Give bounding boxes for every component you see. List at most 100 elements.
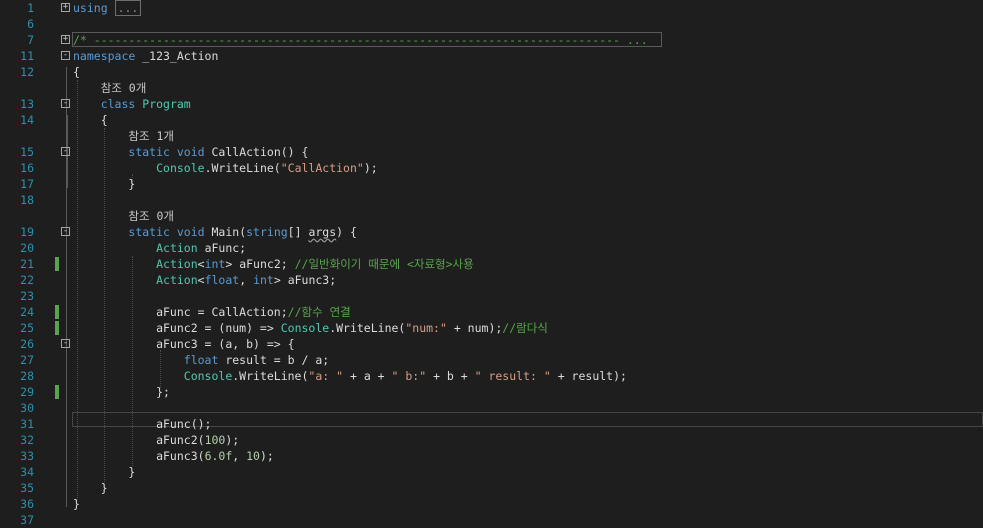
collapse-icon[interactable]: - [61, 147, 70, 156]
code-line-11[interactable]: 11 - namespace _123_Action [0, 48, 983, 64]
line-number: 25 [20, 321, 34, 335]
type-token: Action [156, 273, 198, 287]
codelens-line[interactable]: 참조 0개 [0, 208, 983, 224]
code-line-14[interactable]: 14 { [0, 112, 983, 128]
keyword-token: static [128, 145, 170, 159]
code-token: , [239, 273, 254, 287]
collapse-icon[interactable]: - [61, 339, 70, 348]
code-line-24[interactable]: 24 aFunc = CallAction;//함수 연결 [0, 304, 983, 320]
code-text: 참조 0개 [73, 80, 147, 96]
code-line-1[interactable]: 1 + using ... [0, 0, 983, 16]
type-token: Action [156, 241, 198, 255]
codelens-reference-hint[interactable]: 참조 0개 [73, 81, 147, 95]
code-text: } [73, 176, 135, 192]
code-text: { [73, 64, 80, 80]
collapsed-region-button[interactable]: ... [114, 0, 142, 16]
code-line-30[interactable]: 30 [0, 400, 983, 416]
type-token: Console [183, 369, 233, 383]
code-line-23[interactable]: 23 [0, 288, 983, 304]
line-number: 23 [20, 289, 34, 303]
code-line-6[interactable]: 6 [0, 16, 983, 32]
code-line-33[interactable]: 33 aFunc3(6.0f, 10); [0, 448, 983, 464]
code-line-12[interactable]: 12 { [0, 64, 983, 80]
type-token: Program [142, 97, 191, 111]
keyword-token: int [204, 257, 226, 271]
code-token: .WriteLine( [204, 161, 281, 175]
code-text: aFunc = CallAction;//함수 연결 [73, 304, 351, 320]
code-line-13[interactable]: 13 - class Program [0, 96, 983, 112]
line-number: 13 [20, 97, 34, 111]
code-line-16[interactable]: 16 Console.WriteLine("CallAction"); [0, 160, 983, 176]
code-text: aFunc2 = (num) => Console.WriteLine("num… [73, 320, 548, 336]
code-text: class Program [73, 96, 191, 112]
codelens-line[interactable]: 참조 0개 [0, 80, 983, 96]
keyword-token: void [176, 145, 205, 159]
code-line-31[interactable]: 31 aFunc(); [0, 416, 983, 432]
code-text: aFunc2(100); [73, 432, 239, 448]
line-number: 27 [20, 353, 34, 367]
codelens-reference-hint[interactable]: 참조 0개 [73, 209, 174, 223]
code-line-19[interactable]: 19 - static void Main(string[] args) { [0, 224, 983, 240]
collapse-icon[interactable]: - [61, 99, 70, 108]
expand-icon[interactable]: + [61, 35, 70, 44]
code-token: < [197, 257, 205, 271]
code-line-17[interactable]: 17 } [0, 176, 983, 192]
code-text: static void CallAction() { [73, 144, 308, 160]
code-line-36[interactable]: 36} [0, 496, 983, 512]
code-token: _123_Action [135, 49, 219, 63]
keyword-token: namespace [73, 49, 136, 63]
codelens-reference-hint[interactable]: 참조 1개 [73, 129, 174, 143]
code-token: < [197, 273, 205, 287]
code-line-27[interactable]: 27 float result = b / a; [0, 352, 983, 368]
code-line-26[interactable]: 26 - aFunc3 = (a, b) => { [0, 336, 983, 352]
line-number: 15 [20, 145, 34, 159]
code-line-20[interactable]: 20 Action aFunc; [0, 240, 983, 256]
keyword-token: static [128, 225, 170, 239]
code-token: aFunc3( [73, 449, 205, 463]
line-number: 33 [20, 449, 34, 463]
code-line-7[interactable]: 7 +/* -----------------------------------… [0, 32, 983, 48]
number-token: 100 [204, 433, 226, 447]
line-number: 20 [20, 241, 34, 255]
code-text: Console.WriteLine("a: " + a + " b:" + b … [73, 368, 627, 384]
string-token: " result: " [474, 369, 551, 383]
code-editor[interactable]: 1 + using ... 6 7 +/* -----------------------… [0, 0, 983, 527]
expand-icon[interactable]: + [61, 3, 70, 12]
string-token: "a: " [308, 369, 344, 383]
keyword-token: class [100, 97, 136, 111]
line-number: 16 [20, 161, 34, 175]
code-line-32[interactable]: 32 aFunc2(100); [0, 432, 983, 448]
code-line-21[interactable]: 21 Action<int> aFunc2; //일반화이기 때문에 <자료형>… [0, 256, 983, 272]
code-line-35[interactable]: 35 } [0, 480, 983, 496]
code-line-34[interactable]: 34 } [0, 464, 983, 480]
code-token: aFunc3 = (a, b) => { [73, 337, 295, 351]
line-number: 21 [20, 257, 34, 271]
code-token: ); [363, 161, 378, 175]
line-number: 34 [20, 465, 34, 479]
line-number: 31 [20, 417, 34, 431]
collapse-icon[interactable]: - [61, 51, 70, 60]
code-text: static void Main(string[] args) { [73, 224, 357, 240]
code-token: aFunc = CallAction; [73, 305, 288, 319]
code-line-22[interactable]: 22 Action<float, int> aFunc3; [0, 272, 983, 288]
code-token: aFunc; [197, 241, 247, 255]
code-line-28[interactable]: 28 Console.WriteLine("a: " + a + " b:" +… [0, 368, 983, 384]
code-text: } [73, 496, 80, 512]
code-line-29[interactable]: 29 }; [0, 384, 983, 400]
code-line-18[interactable]: 18 [0, 192, 983, 208]
collapse-icon[interactable]: - [61, 227, 70, 236]
code-token: > aFunc3; [273, 273, 337, 287]
codelens-line[interactable]: 참조 1개 [0, 128, 983, 144]
code-line-15[interactable]: 15 - static void CallAction() { [0, 144, 983, 160]
line-number: 7 [27, 33, 34, 47]
code-token: CallAction() { [204, 145, 309, 159]
code-text: namespace _123_Action [73, 48, 218, 64]
code-line-25[interactable]: 25 aFunc2 = (num) => Console.WriteLine("… [0, 320, 983, 336]
comment-token: /* -------------------------------------… [73, 33, 648, 47]
